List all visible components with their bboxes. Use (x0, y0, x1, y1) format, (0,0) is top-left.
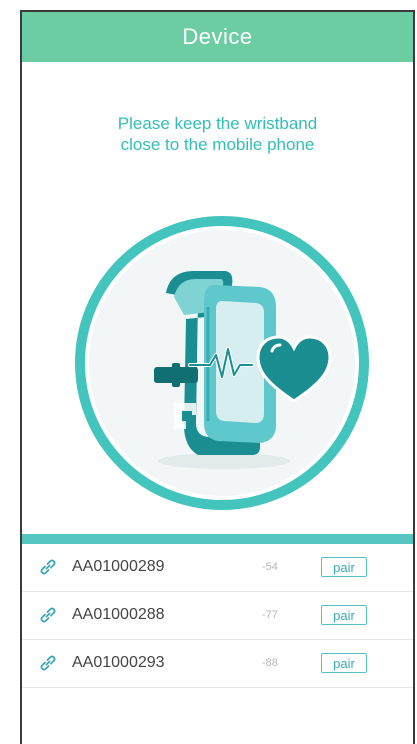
link-icon (40, 559, 56, 575)
link-icon (40, 607, 56, 623)
pair-button[interactable]: pair (321, 605, 367, 625)
link-icon (40, 655, 56, 671)
frame-edge-right (413, 12, 415, 744)
wristband-illustration (75, 216, 369, 510)
device-screen: Device Please keep the wristband close t… (0, 0, 417, 744)
device-list: AA01000289 -54 pair AA01000288 -77 pair … (22, 544, 413, 688)
instruction-line-2: close to the mobile phone (120, 135, 315, 154)
page-title: Device (182, 24, 253, 49)
illustration-shadow (158, 453, 290, 469)
device-row[interactable]: AA01000288 -77 pair (22, 592, 413, 640)
device-signal-strength: -54 (262, 561, 278, 573)
device-signal-strength: -88 (262, 657, 278, 669)
instruction-line-1: Please keep the wristband (117, 114, 318, 133)
device-name: AA01000288 (72, 606, 165, 623)
pair-button[interactable]: pair (321, 653, 367, 673)
device-name: AA01000289 (72, 558, 165, 575)
header-bar: Device (22, 12, 413, 62)
device-row[interactable]: AA01000289 -54 pair (22, 544, 413, 592)
list-divider-bar (22, 534, 413, 544)
pairing-instruction: Please keep the wristband close to the m… (22, 113, 413, 155)
device-signal-strength: -77 (262, 609, 278, 621)
device-row[interactable]: AA01000293 -88 pair (22, 640, 413, 688)
device-name: AA01000293 (72, 654, 165, 671)
pair-button[interactable]: pair (321, 557, 367, 577)
